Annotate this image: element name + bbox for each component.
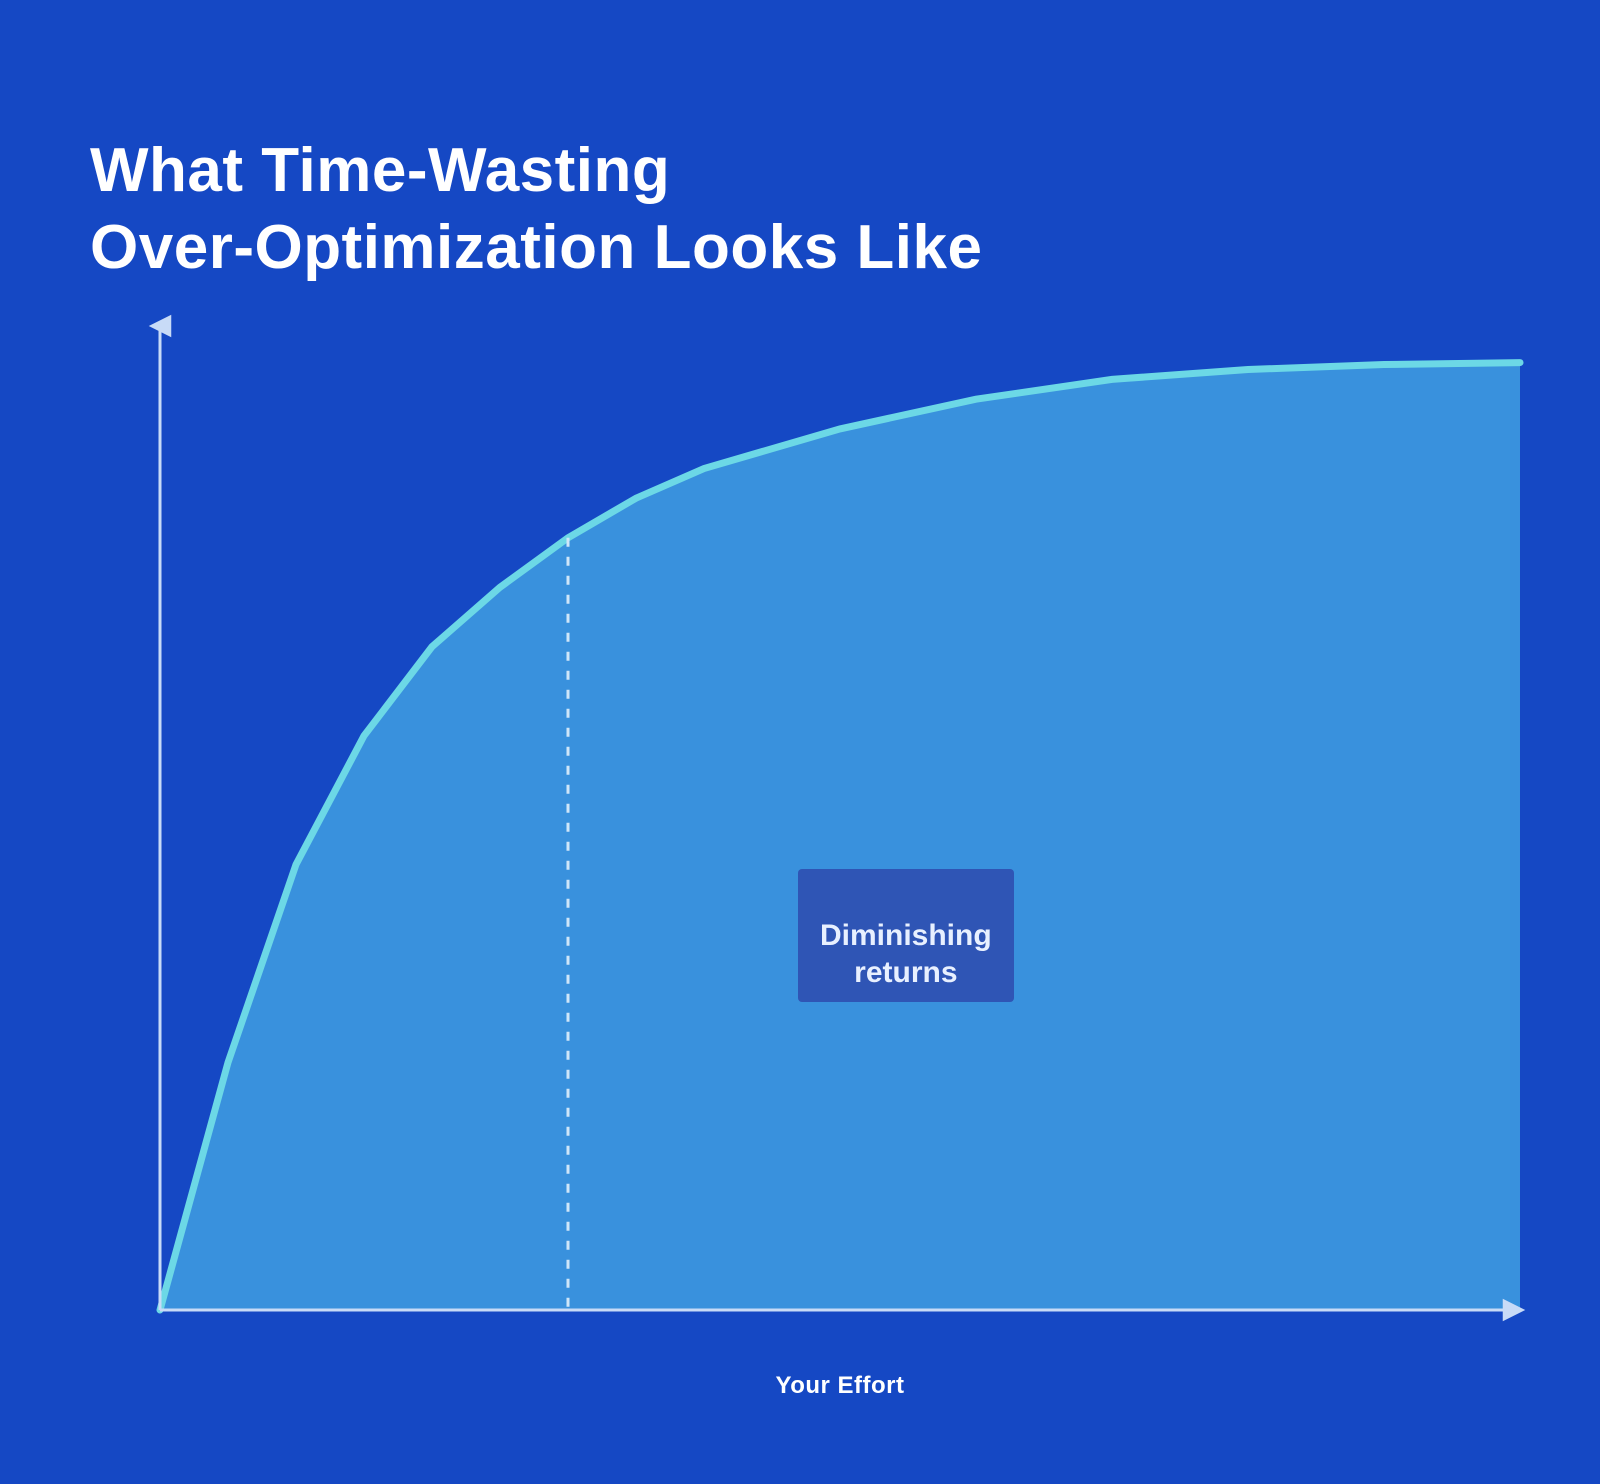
y-axis-label: Your Website's Search Visibility	[90, 310, 130, 1310]
chart-svg	[90, 310, 1530, 1370]
x-axis-label: Your Effort	[150, 1372, 1530, 1400]
x-axis-label-text: Your Effort	[775, 1372, 904, 1399]
chart-container: Your Website's Search Visibility Your Ef…	[90, 310, 1530, 1410]
badge-text: Diminishing returns	[820, 919, 992, 990]
diminishing-returns-badge: Diminishing returns	[798, 869, 1014, 1002]
chart-title: What Time-Wasting Over-Optimization Look…	[90, 132, 982, 287]
area-fill	[160, 363, 1520, 1310]
